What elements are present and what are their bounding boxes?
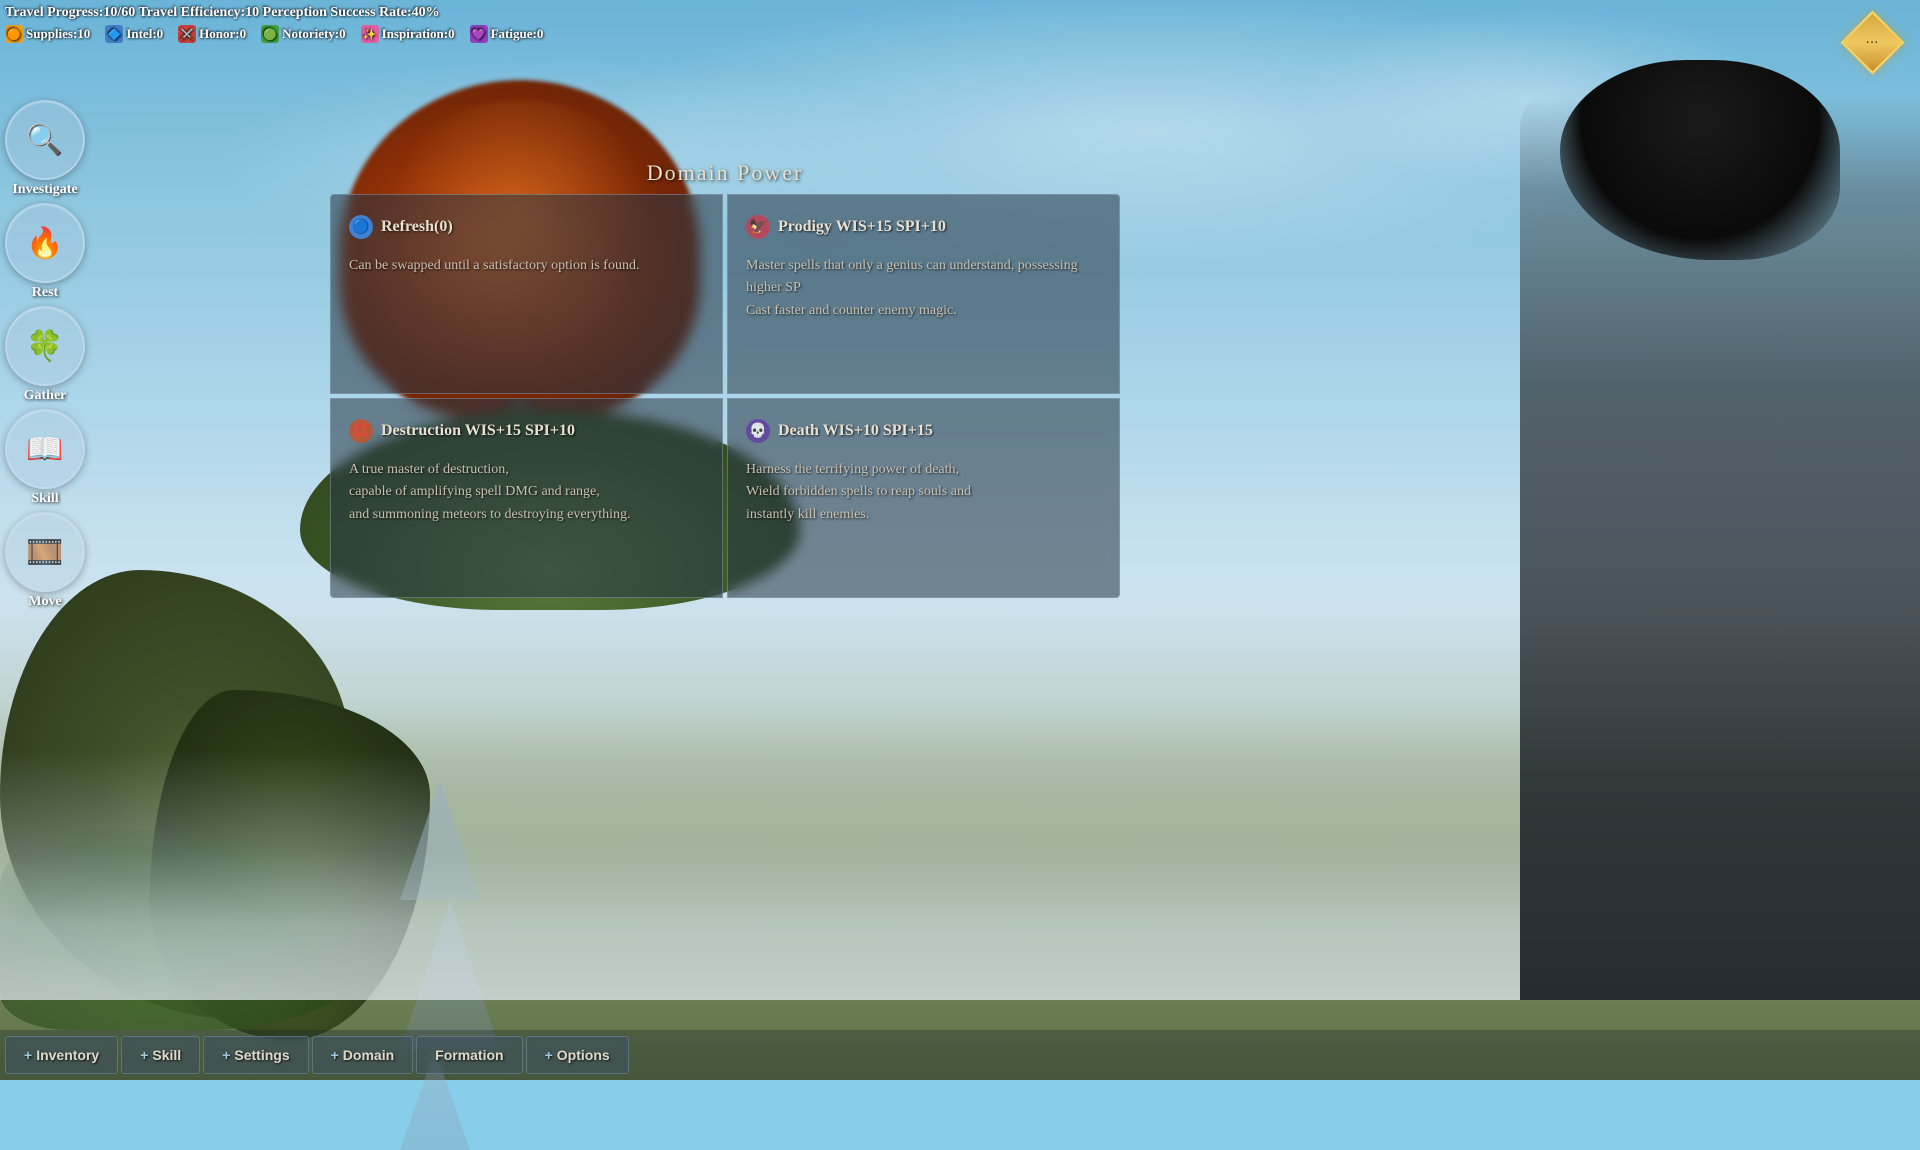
domain-card-prodigy[interactable]: 🦅 Prodigy WIS+15 SPI+10 Master spells th…	[727, 194, 1120, 394]
skill-button[interactable]: 📖 Skill	[5, 409, 85, 507]
domain-plus: +	[331, 1047, 339, 1063]
formation-label: Formation	[435, 1047, 503, 1063]
investigate-button[interactable]: 🔍 Investigate	[5, 100, 85, 198]
stats-bar: 🟠Supplies:10 🔷Intel:0 ⚔️Honor:0 🟢Notoriety:…	[5, 25, 1915, 43]
settings-button[interactable]: + Settings	[203, 1036, 308, 1074]
death-icon: 💀	[746, 419, 770, 443]
honor-icon: ⚔️	[178, 25, 196, 43]
travel-info: Travel Progress:10/60 Travel Efficiency:…	[5, 5, 1915, 21]
gather-button[interactable]: 🍀 Gather	[5, 306, 85, 404]
skill-toolbar-button[interactable]: + Skill	[121, 1036, 200, 1074]
rest-button[interactable]: 🔥 Rest	[5, 203, 85, 301]
refresh-body: Can be swapped until a satisfactory opti…	[349, 255, 704, 277]
card-header-refresh: 🔵 Refresh(0)	[349, 215, 704, 239]
domain-card-destruction[interactable]: 💢 Destruction WIS+15 SPI+10 A true maste…	[330, 398, 723, 598]
bottom-toolbar: + Inventory + Skill + Settings + Domain …	[0, 1030, 1920, 1080]
death-body: Harness the terrifying power of death,Wi…	[746, 459, 1101, 526]
options-button[interactable]: + Options	[526, 1036, 629, 1074]
supplies-value: Supplies:10	[26, 26, 90, 42]
investigate-label: Investigate	[12, 182, 77, 198]
gather-label: Gather	[24, 388, 67, 404]
settings-label: Settings	[234, 1047, 289, 1063]
refresh-title: Refresh(0)	[381, 218, 453, 236]
domain-button[interactable]: + Domain	[312, 1036, 414, 1074]
skill-toolbar-label: Skill	[152, 1047, 181, 1063]
stat-fatigue: 💜Fatigue:0	[470, 25, 544, 43]
top-right-diamond[interactable]	[1850, 20, 1900, 70]
inspiration-value: Inspiration:0	[382, 26, 455, 42]
domain-grid: 🔵 Refresh(0) Can be swapped until a sati…	[330, 194, 1120, 598]
intel-value: Intel:0	[126, 26, 163, 42]
prodigy-body: Master spells that only a genius can und…	[746, 255, 1101, 322]
gather-icon: 🍀	[26, 329, 63, 364]
prodigy-icon: 🦅	[746, 215, 770, 239]
inspiration-icon: ✨	[361, 25, 379, 43]
inventory-plus: +	[24, 1047, 32, 1063]
destruction-icon: 💢	[349, 419, 373, 443]
inventory-button[interactable]: + Inventory	[5, 1036, 118, 1074]
domain-title: Domain Power	[330, 160, 1120, 186]
domain-card-death[interactable]: 💀 Death WIS+10 SPI+15 Harness the terrif…	[727, 398, 1120, 598]
move-circle: 🎞️	[5, 512, 85, 592]
options-plus: +	[545, 1047, 553, 1063]
fatigue-icon: 💜	[470, 25, 488, 43]
inventory-label: Inventory	[36, 1047, 99, 1063]
supplies-icon: 🟠	[5, 25, 23, 43]
rest-icon: 🔥	[26, 226, 63, 261]
domain-card-refresh[interactable]: 🔵 Refresh(0) Can be swapped until a sati…	[330, 194, 723, 394]
left-sidebar: 🔍 Investigate 🔥 Rest 🍀 Gather 📖 Skill 🎞️…	[5, 100, 85, 610]
domain-label: Domain	[343, 1047, 394, 1063]
refresh-icon: 🔵	[349, 215, 373, 239]
destruction-title: Destruction WIS+15 SPI+10	[381, 422, 575, 440]
rest-label: Rest	[32, 285, 58, 301]
stat-supplies: 🟠Supplies:10	[5, 25, 90, 43]
stat-inspiration: ✨Inspiration:0	[361, 25, 455, 43]
stat-intel: 🔷Intel:0	[105, 25, 163, 43]
top-hud: Travel Progress:10/60 Travel Efficiency:…	[5, 5, 1915, 43]
move-button[interactable]: 🎞️ Move	[5, 512, 85, 610]
card-header-prodigy: 🦅 Prodigy WIS+15 SPI+10	[746, 215, 1101, 239]
death-title: Death WIS+10 SPI+15	[778, 422, 933, 440]
card-header-destruction: 💢 Destruction WIS+15 SPI+10	[349, 419, 704, 443]
honor-value: Honor:0	[199, 26, 246, 42]
formation-button[interactable]: Formation	[416, 1036, 522, 1074]
prodigy-title: Prodigy WIS+15 SPI+10	[778, 218, 946, 236]
destruction-body: A true master of destruction,capable of …	[349, 459, 704, 526]
fatigue-value: Fatigue:0	[491, 26, 544, 42]
options-label: Options	[557, 1047, 610, 1063]
move-label: Move	[28, 594, 61, 610]
gather-circle: 🍀	[5, 306, 85, 386]
character-art	[1440, 0, 1920, 1080]
stat-notoriety: 🟢Notoriety:0	[261, 25, 346, 43]
skill-circle: 📖	[5, 409, 85, 489]
diamond-icon	[1841, 11, 1905, 75]
card-header-death: 💀 Death WIS+10 SPI+15	[746, 419, 1101, 443]
skill-icon: 📖	[26, 432, 63, 467]
domain-panel: Domain Power 🔵 Refresh(0) Can be swapped…	[330, 160, 1120, 598]
stat-honor: ⚔️Honor:0	[178, 25, 246, 43]
intel-icon: 🔷	[105, 25, 123, 43]
move-icon: 🎞️	[26, 535, 63, 570]
settings-plus: +	[222, 1047, 230, 1063]
rest-circle: 🔥	[5, 203, 85, 283]
notoriety-icon: 🟢	[261, 25, 279, 43]
skill-plus: +	[140, 1047, 148, 1063]
skill-label: Skill	[31, 491, 58, 507]
investigate-icon: 🔍	[26, 123, 63, 158]
notoriety-value: Notoriety:0	[282, 26, 346, 42]
investigate-circle: 🔍	[5, 100, 85, 180]
